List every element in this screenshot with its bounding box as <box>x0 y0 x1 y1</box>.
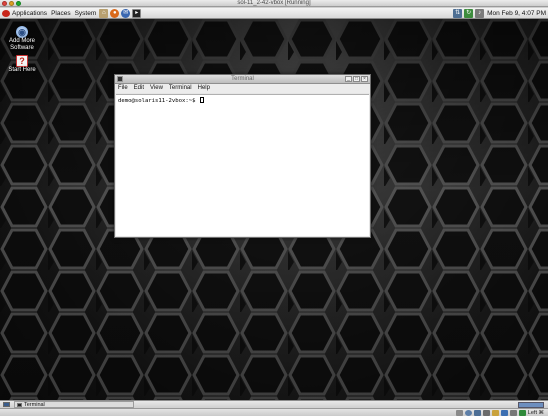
usb-icon[interactable] <box>482 409 490 416</box>
mouse-integration-icon[interactable] <box>509 409 517 416</box>
top-panel: Applications Places System ⌂ ● ✉ ▸ ⇅ ↻ ♪… <box>0 8 548 19</box>
vbox-statusbar: Left ⌘ <box>0 408 548 416</box>
terminal-taskbar-icon <box>17 402 22 407</box>
applications-menu-label: Applications <box>12 9 48 17</box>
host-window-titlebar: sol-11_2-42-vbox [Running] <box>0 0 548 7</box>
update-manager-icon[interactable]: ↻ <box>464 8 474 18</box>
add-software-icon: ◉ <box>16 26 28 38</box>
places-menu[interactable]: Places <box>49 8 73 19</box>
terminal-launcher-icon[interactable]: ▸ <box>132 8 142 18</box>
menu-view[interactable]: View <box>150 84 163 93</box>
help-icon: ? <box>16 55 28 67</box>
hard-disk-icon[interactable] <box>455 409 463 416</box>
menu-help[interactable]: Help <box>198 84 210 93</box>
bottom-panel: Terminal <box>0 400 548 408</box>
display-icon[interactable] <box>500 409 508 416</box>
taskbar-button-terminal[interactable]: Terminal <box>14 401 134 408</box>
shared-folders-icon[interactable] <box>491 409 499 416</box>
maximize-button[interactable]: □ <box>353 76 360 82</box>
minimize-button[interactable]: _ <box>345 76 352 82</box>
terminal-menubar: File Edit View Terminal Help <box>115 84 370 93</box>
terminal-title: Terminal <box>231 76 254 82</box>
network-status-icon[interactable]: ⇅ <box>453 8 463 18</box>
terminal-titlebar[interactable]: Terminal _ □ × <box>115 75 370 84</box>
desktop-icon-label: Start Here <box>8 67 36 73</box>
network-adapter-icon[interactable] <box>473 409 481 416</box>
shell-prompt: demo@solaris11-2vbox:~$ <box>118 98 199 104</box>
host-key-arrow-icon <box>518 409 526 416</box>
guest-desktop: Applications Places System ⌂ ● ✉ ▸ ⇅ ↻ ♪… <box>0 8 548 408</box>
panel-clock[interactable]: Mon Feb 9, 4:07 PM <box>485 8 548 19</box>
optical-drive-icon[interactable] <box>464 409 472 416</box>
solaris-logo-icon <box>2 9 10 17</box>
close-button[interactable]: × <box>361 76 368 82</box>
home-folder-launcher-icon[interactable]: ⌂ <box>99 8 109 18</box>
desktop-icon-start-here[interactable]: ? Start Here <box>4 55 40 74</box>
desktop-icon-label: Add More Software <box>8 38 35 51</box>
terminal-window[interactable]: Terminal _ □ × File Edit View Terminal H… <box>114 74 371 238</box>
terminal-text-area[interactable]: demo@solaris11-2vbox:~$ <box>116 94 369 236</box>
host-window-title: sol-11_2-42-vbox [Running] <box>237 0 311 6</box>
firefox-launcher-icon[interactable]: ● <box>110 8 120 18</box>
desktop-icon-add-more-software[interactable]: ◉ Add More Software <box>4 26 40 52</box>
system-menu[interactable]: System <box>73 8 99 19</box>
thunderbird-launcher-icon[interactable]: ✉ <box>121 8 131 18</box>
menu-edit[interactable]: Edit <box>134 84 144 93</box>
volume-icon[interactable]: ♪ <box>475 8 485 18</box>
workspace-switcher[interactable] <box>518 401 544 408</box>
menu-file[interactable]: File <box>118 84 128 93</box>
taskbar-label: Terminal <box>24 401 45 408</box>
show-desktop-icon[interactable] <box>3 402 10 407</box>
menu-terminal[interactable]: Terminal <box>169 84 192 93</box>
applications-menu[interactable]: Applications <box>0 8 49 19</box>
text-cursor <box>199 97 204 103</box>
host-key-label: Left ⌘ <box>527 409 544 416</box>
